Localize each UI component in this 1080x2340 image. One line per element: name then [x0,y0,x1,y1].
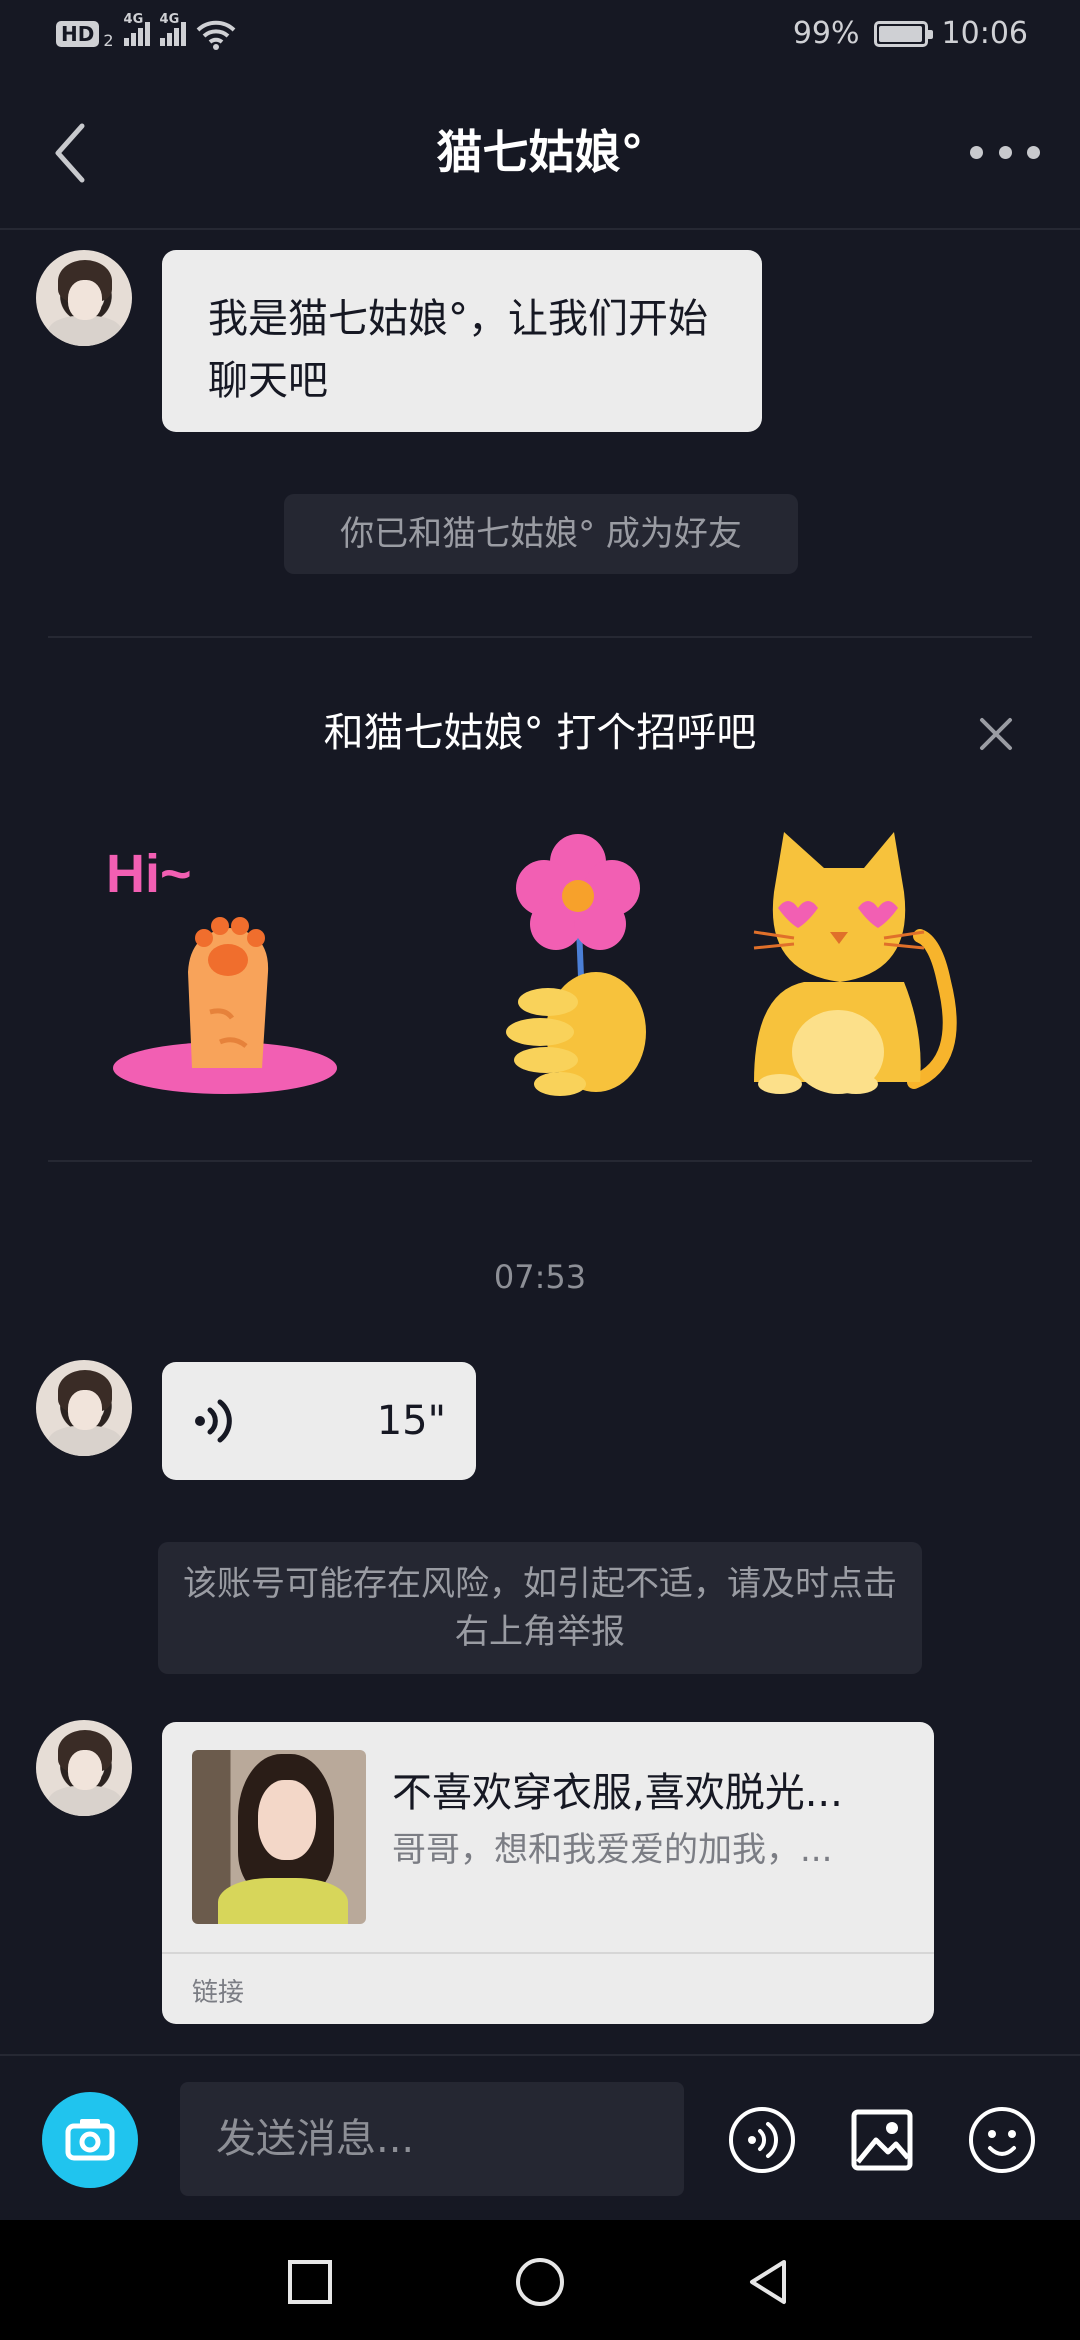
voice-wave-icon [729,2107,795,2173]
link-description: 哥哥，想和我爱爱的加我，... [392,1830,833,1870]
signal-icon: 4G [123,12,150,46]
more-button[interactable] [970,130,1040,174]
emoji-icon [969,2107,1035,2173]
battery-icon [873,20,933,47]
system-back-button[interactable] [742,2256,794,2308]
image-icon [851,2109,913,2171]
link-card[interactable]: 不喜欢穿衣服,喜欢脱光... 哥哥，想和我爱爱的加我，... 链接 [162,1722,934,2024]
avatar[interactable] [36,250,132,346]
paw-icon: Hi~ [106,844,337,1094]
signal-label: 4G [123,12,144,27]
signal-label: 4G [159,12,180,27]
status-left: HD 2 4G 4G [56,12,236,50]
battery-percent: 99% [792,16,860,51]
sticker-cat[interactable] [744,832,966,1104]
divider [48,1160,1032,1162]
chat-header: 猫七姑娘° [0,74,1080,230]
triangle-back-icon [750,2260,786,2304]
circle-icon [516,2258,564,2306]
close-button[interactable] [976,714,1016,754]
friend-notice: 你已和猫七姑娘° 成为好友 [284,494,798,574]
wifi-icon [196,20,235,50]
more-dots-icon [970,145,983,159]
link-tag: 链接 [192,1978,245,2008]
link-thumbnail [192,1750,366,1924]
chevron-left-icon [55,123,85,183]
camera-button[interactable] [42,2092,138,2188]
input-bar [0,2054,1080,2220]
signal-icon: 4G [159,12,186,46]
image-button[interactable] [848,2106,916,2174]
greeting-title: 和猫七姑娘° 打个招呼吧 [323,710,757,756]
avatar[interactable] [36,1720,132,1816]
camera-icon [65,2119,115,2161]
divider [48,636,1032,638]
voice-wave-icon [195,1399,232,1443]
page-title: 猫七姑娘° [436,125,644,179]
flower-icon [506,834,646,1096]
back-button[interactable] [44,118,104,188]
system-nav-bar [0,2220,1080,2340]
message-bubble[interactable]: 我是猫七姑娘°，让我们开始聊天吧 [162,250,762,432]
sticker-flower[interactable] [498,832,668,1104]
voice-button[interactable] [728,2106,796,2174]
risk-notice: 该账号可能存在风险，如引起不适，请及时点击右上角举报 [158,1542,922,1674]
emoji-button[interactable] [968,2106,1036,2174]
clock: 10:06 [941,16,1028,51]
sticker-hi-text: Hi~ [106,844,192,904]
status-bar: HD 2 4G 4G 99% 10:06 [0,0,1080,74]
avatar[interactable] [36,1360,132,1456]
status-right: 99% 10:06 [793,16,1028,51]
sticker-hi-paw[interactable]: Hi~ [100,832,350,1104]
timestamp: 07:53 [493,1258,587,1296]
link-separator [162,1952,934,1954]
voice-duration: 15" [376,1398,446,1444]
close-icon [980,718,1012,750]
home-button[interactable] [514,2256,566,2308]
hd-sub: 2 [103,30,114,50]
message-input[interactable] [180,2082,684,2196]
link-title: 不喜欢穿衣服,喜欢脱光... [392,1770,843,1816]
square-icon [288,2260,332,2304]
recent-apps-button[interactable] [284,2256,336,2308]
voice-message[interactable]: 15" [162,1362,476,1480]
cat-icon [753,832,957,1094]
hd-badge: HD [56,21,100,47]
